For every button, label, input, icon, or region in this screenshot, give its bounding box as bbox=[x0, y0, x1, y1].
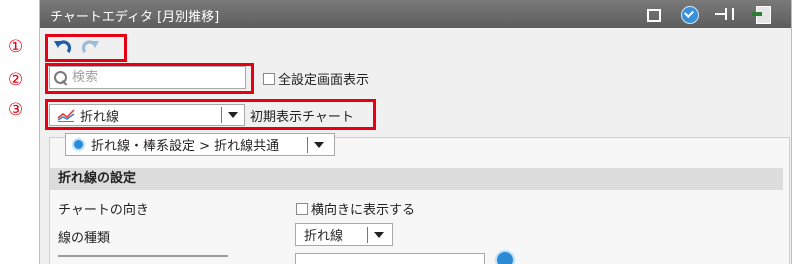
cut-off-select[interactable] bbox=[295, 253, 485, 264]
chevron-down-icon[interactable] bbox=[374, 231, 384, 238]
category-icon bbox=[72, 138, 85, 151]
highlight-undo-redo bbox=[45, 34, 127, 62]
chevron-down-icon[interactable] bbox=[314, 141, 324, 148]
callout-1: ① bbox=[8, 37, 24, 57]
line-type-select[interactable]: 折れ線 bbox=[295, 223, 393, 246]
horizontal-display-toggle[interactable]: 横向きに表示する bbox=[296, 199, 415, 218]
exit-icon[interactable] bbox=[752, 5, 771, 24]
select-divider bbox=[307, 136, 308, 153]
horizontal-display-label: 横向きに表示する bbox=[311, 203, 416, 218]
line-type-value: 折れ線 bbox=[304, 229, 344, 244]
all-settings-label: 全設定画面表示 bbox=[278, 73, 370, 88]
window-icon[interactable] bbox=[644, 5, 662, 23]
section-title: 折れ線の設定 bbox=[50, 168, 783, 190]
pin-icon[interactable] bbox=[715, 5, 734, 23]
info-icon[interactable] bbox=[495, 250, 515, 264]
chart-editor-window: チャートエディタ [月別推移] 全設定画面表示 折れ線 bbox=[39, 0, 792, 264]
highlight-search bbox=[45, 63, 254, 94]
all-settings-toggle[interactable]: 全設定画面表示 bbox=[263, 69, 369, 88]
callout-3: ③ bbox=[8, 100, 24, 120]
settings-panel bbox=[49, 137, 790, 264]
settings-category-select[interactable]: 折れ線・棒系設定 > 折れ線共通 bbox=[65, 133, 335, 156]
window-title: チャートエディタ [月別推移] bbox=[50, 10, 220, 25]
chart-orientation-label: チャートの向き bbox=[58, 203, 149, 218]
title-bar: チャートエディタ [月別推移] bbox=[40, 0, 791, 28]
breadcrumb: 折れ線・棒系設定 > 折れ線共通 bbox=[91, 139, 280, 154]
highlight-chart-type bbox=[45, 99, 376, 130]
select-divider bbox=[367, 226, 368, 243]
cut-off-row-label bbox=[58, 255, 228, 263]
callout-2: ② bbox=[8, 70, 24, 90]
all-settings-checkbox[interactable] bbox=[263, 72, 275, 85]
horizontal-display-checkbox[interactable] bbox=[296, 202, 308, 215]
help-check-icon[interactable] bbox=[680, 5, 699, 24]
line-type-label: 線の種類 bbox=[58, 231, 111, 246]
